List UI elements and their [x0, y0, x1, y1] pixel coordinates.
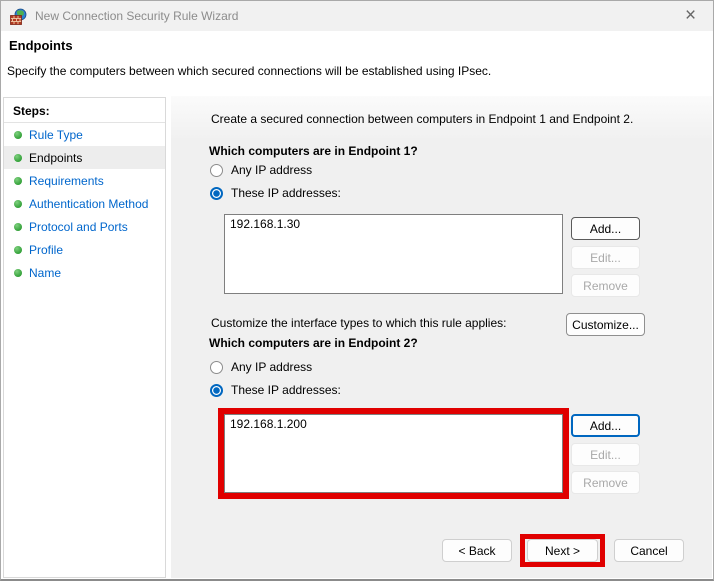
endpoint1-any-ip-label: Any IP address	[231, 163, 313, 177]
sidebar-item-protocol-and-ports[interactable]: Protocol and Ports	[4, 215, 165, 238]
window-title: New Connection Security Rule Wizard	[35, 9, 239, 23]
page-title: Endpoints	[9, 38, 73, 53]
list-item[interactable]: 192.168.1.30	[225, 215, 562, 233]
endpoint2-any-ip-label: Any IP address	[231, 360, 313, 374]
endpoint2-these-ip-radio[interactable]	[210, 384, 223, 397]
sidebar-item-requirements[interactable]: Requirements	[4, 169, 165, 192]
endpoint1-edit-button[interactable]: Edit...	[571, 246, 640, 269]
wizard-header: Endpoints Specify the computers between …	[1, 31, 713, 96]
step-bullet-icon	[14, 130, 22, 139]
endpoint1-these-ip-label: These IP addresses:	[231, 186, 341, 200]
endpoint2-question: Which computers are in Endpoint 2?	[209, 336, 418, 350]
sidebar-item-endpoints[interactable]: Endpoints	[4, 146, 165, 169]
endpoint2-remove-button[interactable]: Remove	[571, 471, 640, 494]
step-bullet-icon	[14, 199, 22, 208]
endpoint2-edit-button[interactable]: Edit...	[571, 443, 640, 466]
endpoint1-these-ip-radio[interactable]	[210, 187, 223, 200]
endpoint2-add-button[interactable]: Add...	[571, 414, 640, 437]
steps-title: Steps:	[13, 104, 50, 118]
cancel-button[interactable]: Cancel	[614, 539, 684, 562]
window-titlebar: New Connection Security Rule Wizard ×	[1, 1, 713, 31]
sidebar-item-label: Authentication Method	[29, 196, 149, 211]
sidebar-item-name[interactable]: Name	[4, 261, 165, 284]
sidebar-item-authentication-method[interactable]: Authentication Method	[4, 192, 165, 215]
step-bullet-icon	[14, 245, 22, 254]
step-bullet-icon	[14, 222, 22, 231]
customize-label: Customize the interface types to which t…	[211, 316, 507, 330]
step-bullet-icon	[14, 153, 22, 162]
sidebar-item-label: Requirements	[29, 173, 104, 188]
step-bullet-icon	[14, 176, 22, 185]
endpoint1-address-list[interactable]: 192.168.1.30	[224, 214, 563, 294]
close-icon[interactable]: ×	[668, 1, 713, 31]
customize-button[interactable]: Customize...	[566, 313, 645, 336]
next-button[interactable]: Next >	[527, 539, 598, 562]
content-panel: Create a secured connection between comp…	[171, 96, 712, 578]
step-bullet-icon	[14, 268, 22, 277]
sidebar-item-rule-type[interactable]: Rule Type	[4, 123, 165, 146]
firewall-icon	[10, 8, 27, 25]
sidebar-item-profile[interactable]: Profile	[4, 238, 165, 261]
page-description: Specify the computers between which secu…	[7, 64, 492, 78]
sidebar-item-label: Rule Type	[29, 127, 83, 142]
list-item[interactable]: 192.168.1.200	[225, 415, 562, 433]
endpoint1-any-ip-radio[interactable]	[210, 164, 223, 177]
endpoint2-these-ip-label: These IP addresses:	[231, 383, 341, 397]
endpoint2-address-list[interactable]: 192.168.1.200	[224, 414, 563, 493]
sidebar-item-label: Endpoints	[29, 150, 83, 165]
wizard-window: New Connection Security Rule Wizard × En…	[0, 0, 714, 581]
endpoint1-remove-button[interactable]: Remove	[571, 274, 640, 297]
endpoint1-question: Which computers are in Endpoint 1?	[209, 144, 418, 158]
steps-sidebar: Steps: Rule Type Endpoints Requirements …	[3, 97, 166, 578]
endpoint1-add-button[interactable]: Add...	[571, 217, 640, 240]
sidebar-item-label: Name	[29, 265, 62, 280]
endpoint2-any-ip-radio[interactable]	[210, 361, 223, 374]
intro-text: Create a secured connection between comp…	[211, 112, 634, 126]
back-button[interactable]: < Back	[442, 539, 512, 562]
sidebar-item-label: Protocol and Ports	[29, 219, 128, 234]
sidebar-item-label: Profile	[29, 242, 64, 257]
